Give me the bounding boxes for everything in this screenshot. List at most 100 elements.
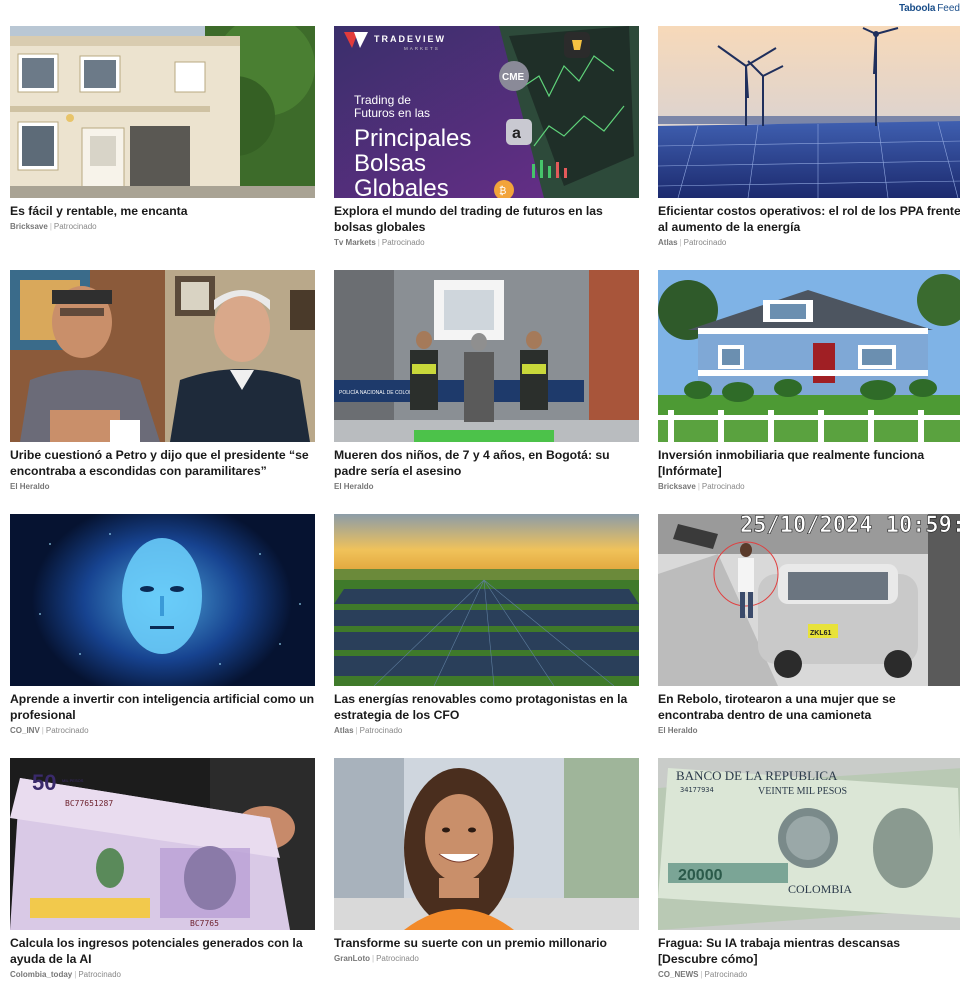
card-source[interactable]: Colombia_today [10,970,72,979]
card-thumbnail-energy[interactable] [658,26,960,198]
card-meta: Atlas | Patrocinado [334,726,639,736]
card-title[interactable]: Inversión inmobiliaria que realmente fun… [658,447,960,479]
card-source[interactable]: Atlas [658,238,678,247]
banknote-serial-bottom: BC7765 [190,919,219,928]
police-banner-text: POLICÍA NACIONAL DE COLOMBIA [339,389,422,396]
feed-card[interactable]: TRADEVIEW MARKETS Trading de Futuros en … [334,26,639,270]
card-thumbnail-police[interactable]: POLICÍA NACIONAL DE COLOMBIA [334,270,639,442]
tradeview-line1: Trading de [354,93,411,107]
cctv-frame-illustration: ZKL61 25/10/2024 10:59: [658,514,960,686]
wind-solar-illustration [658,26,960,198]
sponsored-label: Patrocinado [78,970,122,979]
card-title[interactable]: Explora el mundo del trading de futuros … [334,203,639,235]
card-meta: El Heraldo [10,482,315,492]
card-source[interactable]: El Heraldo [334,482,374,491]
banknote-number-text: 20000 [678,867,723,884]
card-thumbnail-solar-field[interactable] [334,514,639,686]
card-source[interactable]: CO_INV [10,726,40,735]
card-title[interactable]: Calcula los ingresos potenciales generad… [10,935,315,967]
feed-card[interactable]: Las energías renovables como protagonist… [334,514,639,758]
meta-separator: | [377,238,380,247]
feed-card[interactable]: 50 MIL PESOS BC77651287 BC7765 Calcula l… [10,758,315,1002]
tradeview-brand-sub: MARKETS [404,46,440,51]
card-meta: Tv Markets | Patrocinado [334,238,639,248]
feed-card[interactable]: Eficientar costos operativos: el rol de … [658,26,960,270]
card-title[interactable]: Mueren dos niños, de 7 y 4 años, en Bogo… [334,447,639,479]
smiling-woman-photo [334,758,639,930]
ai-face-illustration [10,514,315,686]
taboola-logo[interactable]: Taboola [899,2,935,16]
tradeview-big3: Globales [354,175,449,198]
feed-card[interactable]: Inversión inmobiliaria que realmente fun… [658,270,960,514]
banknotes-20-illustration: BANCO DE LA REPUBLICA VEINTE MIL PESOS 3… [658,758,960,930]
meta-separator: | [49,222,52,231]
banknote-serial-20: 34177934 [680,786,714,794]
cme-badge: CME [502,72,525,83]
card-title[interactable]: Uribe cuestionó a Petro y dijo que el pr… [10,447,315,479]
feed-card[interactable]: Es fácil y rentable, me encanta Bricksav… [10,26,315,270]
meta-separator: | [74,970,77,979]
two-politicians-photo [10,270,315,442]
sponsored-label: Patrocinado [704,970,748,979]
feed-card[interactable]: POLICÍA NACIONAL DE COLOMBIA Mueren dos … [334,270,639,514]
card-title[interactable]: Aprende a invertir con inteligencia arti… [10,691,315,723]
feed-card[interactable]: Aprende a invertir con inteligencia arti… [10,514,315,758]
solar-field-illustration [334,514,639,686]
card-thumbnail-cctv[interactable]: ZKL61 25/10/2024 10:59: [658,514,960,686]
meta-separator: | [700,970,703,979]
card-title[interactable]: Eficientar costos operativos: el rol de … [658,203,960,235]
card-source[interactable]: Bricksave [658,482,696,491]
card-meta: GranLoto | Patrocinado [334,954,639,964]
card-source[interactable]: Tv Markets [334,238,376,247]
feed-card[interactable]: BANCO DE LA REPUBLICA VEINTE MIL PESOS 3… [658,758,960,1002]
card-source[interactable]: El Heraldo [10,482,50,491]
card-source[interactable]: El Heraldo [658,726,698,735]
card-meta: El Heraldo [658,726,960,736]
house-illustration [10,26,315,198]
card-thumbnail-banknotes-50[interactable]: 50 MIL PESOS BC77651287 BC7765 [10,758,315,930]
card-source[interactable]: CO_NEWS [658,970,698,979]
card-thumbnail-house[interactable] [10,26,315,198]
banknote-denomination: 50 [32,770,56,795]
card-thumbnail-blue-house[interactable] [658,270,960,442]
card-title[interactable]: En Rebolo, tirotearon a una mujer que se… [658,691,960,723]
tradeview-big2: Bolsas [354,150,426,177]
meta-separator: | [355,726,358,735]
cctv-timestamp: 25/10/2024 10:59: [740,514,960,538]
blue-house-illustration [658,270,960,442]
bank-name-text: BANCO DE LA REPUBLICA [676,768,838,783]
card-thumbnail-ai-face[interactable] [10,514,315,686]
card-meta: Colombia_today | Patrocinado [10,970,315,980]
banknotes-50-illustration: 50 MIL PESOS BC77651287 BC7765 [10,758,315,930]
card-source[interactable]: Bricksave [10,222,48,231]
sponsored-label: Patrocinado [381,238,425,247]
card-title[interactable]: Fragua: Su IA trabaja mientras descansas… [658,935,960,967]
sponsored-label: Patrocinado [45,726,89,735]
card-thumbnail-banknotes-20[interactable]: BANCO DE LA REPUBLICA VEINTE MIL PESOS 3… [658,758,960,930]
card-source[interactable]: Atlas [334,726,354,735]
card-meta: CO_NEWS | Patrocinado [658,970,960,980]
card-meta: El Heraldo [334,482,639,492]
feed-card[interactable]: Uribe cuestionó a Petro y dijo que el pr… [10,270,315,514]
banknote-serial: BC77651287 [65,799,113,808]
card-thumbnail-tradeview[interactable]: TRADEVIEW MARKETS Trading de Futuros en … [334,26,639,198]
tradeview-line2: Futuros en las [354,106,430,120]
meta-separator: | [697,482,700,491]
feed-card[interactable]: Transforme su suerte con un premio millo… [334,758,639,1002]
sponsored-label: Patrocinado [376,954,419,963]
feed-label: Feed [937,3,960,14]
card-title[interactable]: Las energías renovables como protagonist… [334,691,639,723]
card-title[interactable]: Es fácil y rentable, me encanta [10,203,315,219]
card-title[interactable]: Transforme su suerte con un premio millo… [334,935,639,951]
meta-separator: | [372,954,375,963]
sponsored-label: Patrocinado [683,238,727,247]
feed-card[interactable]: ZKL61 25/10/2024 10:59: En Rebolo, tirot… [658,514,960,758]
card-thumbnail-politicians[interactable] [10,270,315,442]
taboola-header[interactable]: Taboola Feed [899,2,960,16]
card-source[interactable]: GranLoto [334,954,370,963]
meta-separator: | [679,238,682,247]
card-thumbnail-woman[interactable] [334,758,639,930]
sponsored-label: Patrocinado [701,482,745,491]
tradeview-big1: Principales [354,125,471,152]
card-meta: Atlas | Patrocinado [658,238,960,248]
